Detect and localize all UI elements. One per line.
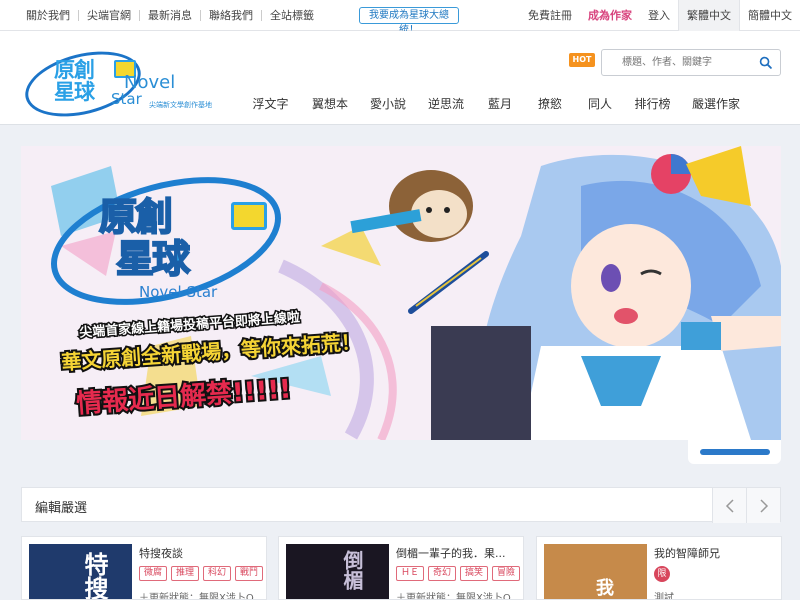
book-tags: ＨＥ 奇幻 搞笑 冒險 [396,566,521,581]
book-card[interactable]: 特搜 特搜夜談 微腐 推理 科幻 戰鬥 ＋更新狀態：無限X涉卜Q [21,536,267,600]
book-cover[interactable]: 我 [544,544,647,599]
site-logo[interactable]: 原創 星球 Novel Star 尖端新文學創作基地 [18,40,259,128]
tag-chip[interactable]: ＨＥ [396,566,425,581]
top-links: 關於我們 尖端官網 最新消息 聯絡我們 全站標籤 [18,0,322,31]
search-input[interactable] [602,50,752,75]
book-cover[interactable]: 倒楣 [286,544,389,599]
carousel-arrows [712,488,780,523]
logo-cn-line2: 星球 [54,80,95,104]
nav-item-tongren[interactable]: 同人 [575,94,625,114]
chevron-right-icon [759,498,768,513]
search-icon[interactable] [759,56,772,69]
about-link[interactable]: 關於我們 [18,10,79,21]
tag-chip[interactable]: 搞笑 [460,566,489,581]
banner-book-icon [231,202,267,230]
nav-item-liaoyu[interactable]: 撩慾 [525,94,575,114]
hot-badge: HOT [569,53,595,67]
tag-chip[interactable]: 冒險 [492,566,521,581]
login-link[interactable]: 登入 [640,0,678,31]
prev-button[interactable] [712,488,746,523]
all-tags-link[interactable]: 全站標籤 [262,10,322,21]
account-links: 免費註冊 成為作家 登入 繁體中文 簡體中文 [520,0,800,31]
tag-chip[interactable]: 戰鬥 [235,566,264,581]
become-author-link[interactable]: 成為作家 [580,0,640,31]
book-status: ＋更新狀態：無限X涉卜Q [139,593,254,600]
logo-en-line2: Star [111,90,142,108]
news-link[interactable]: 最新消息 [140,10,201,21]
book-status: 測試 [654,593,674,600]
cover-title: 特搜 [80,552,108,600]
top-bar: 關於我們 尖端官網 最新消息 聯絡我們 全站標籤 我要成為星球大總統！ 免費註冊… [0,0,800,36]
president-cta-button[interactable]: 我要成為星球大總統！ [359,7,459,36]
nav-item-lanyue[interactable]: 藍月 [475,94,525,114]
tag-chip[interactable]: 奇幻 [428,566,457,581]
restricted-badge: 限 [654,566,670,582]
section-title: 編輯嚴選 [35,501,88,516]
book-cover[interactable]: 特搜 [29,544,132,600]
tag-chip[interactable]: 推理 [171,566,200,581]
banner-logo-en: Novel Star [139,283,218,301]
logo-subtitle: 尖端新文學創作基地 [149,101,212,109]
chevron-left-icon [725,498,734,513]
tag-chip[interactable]: 微腐 [139,566,168,581]
nav-item-yixiangben[interactable]: 翼想本 [301,94,359,114]
book-card[interactable]: 倒楣 倒楣一輩子的我．果... ＨＥ 奇幻 搞笑 冒險 ＋更新狀態：無限X涉卜Q [278,536,524,600]
tag-chip[interactable]: 科幻 [203,566,232,581]
banner-logo-cn2: 星球 [115,236,191,282]
lang-traditional-button[interactable]: 繁體中文 [678,0,739,31]
banner-indicator-wrap [688,440,781,464]
site-header: 原創 星球 Novel Star 尖端新文學創作基地 HOT 浮文字 翼想本 愛… [0,31,800,128]
contact-link[interactable]: 聯絡我們 [201,10,262,21]
search-box [601,49,781,76]
book-title[interactable]: 我的智障師兄 [654,545,779,561]
lang-simplified-button[interactable]: 簡體中文 [739,0,800,31]
banner-indicator-active[interactable] [700,449,770,455]
editor-picks-header: 編輯嚴選 [21,487,781,523]
book-tags: 限 [654,566,670,582]
banner-pager [21,440,781,464]
official-site-link[interactable]: 尖端官網 [79,10,140,21]
main-nav: 浮文字 翼想本 愛小說 逆思流 藍月 撩慾 同人 排行榜 嚴選作家 [240,94,752,114]
book-tags: 微腐 推理 科幻 戰鬥 [139,566,264,581]
nav-item-selected-authors[interactable]: 嚴選作家 [680,94,752,114]
book-card[interactable]: 我 我的智障師兄 限 測試 [536,536,782,600]
nav-item-fuwenzi[interactable]: 浮文字 [240,94,301,114]
nav-item-nisiliu[interactable]: 逆思流 [417,94,475,114]
nav-item-ranking[interactable]: 排行榜 [625,94,680,114]
book-title[interactable]: 特搜夜談 [139,545,264,561]
next-button[interactable] [746,488,780,523]
book-title[interactable]: 倒楣一輩子的我．果... [396,545,521,561]
cover-title: 我 [596,578,614,599]
book-status: ＋更新狀態：無限X涉卜Q [396,593,511,600]
cover-title: 倒楣 [340,550,364,590]
nav-item-aixiaoshuo[interactable]: 愛小說 [359,94,417,114]
register-link[interactable]: 免費註冊 [520,0,580,31]
promo-banner[interactable]: 原創 星球 Novel Star 尖端首家線上籍場投稿平台即將上線啦 華文原創全… [21,146,781,440]
